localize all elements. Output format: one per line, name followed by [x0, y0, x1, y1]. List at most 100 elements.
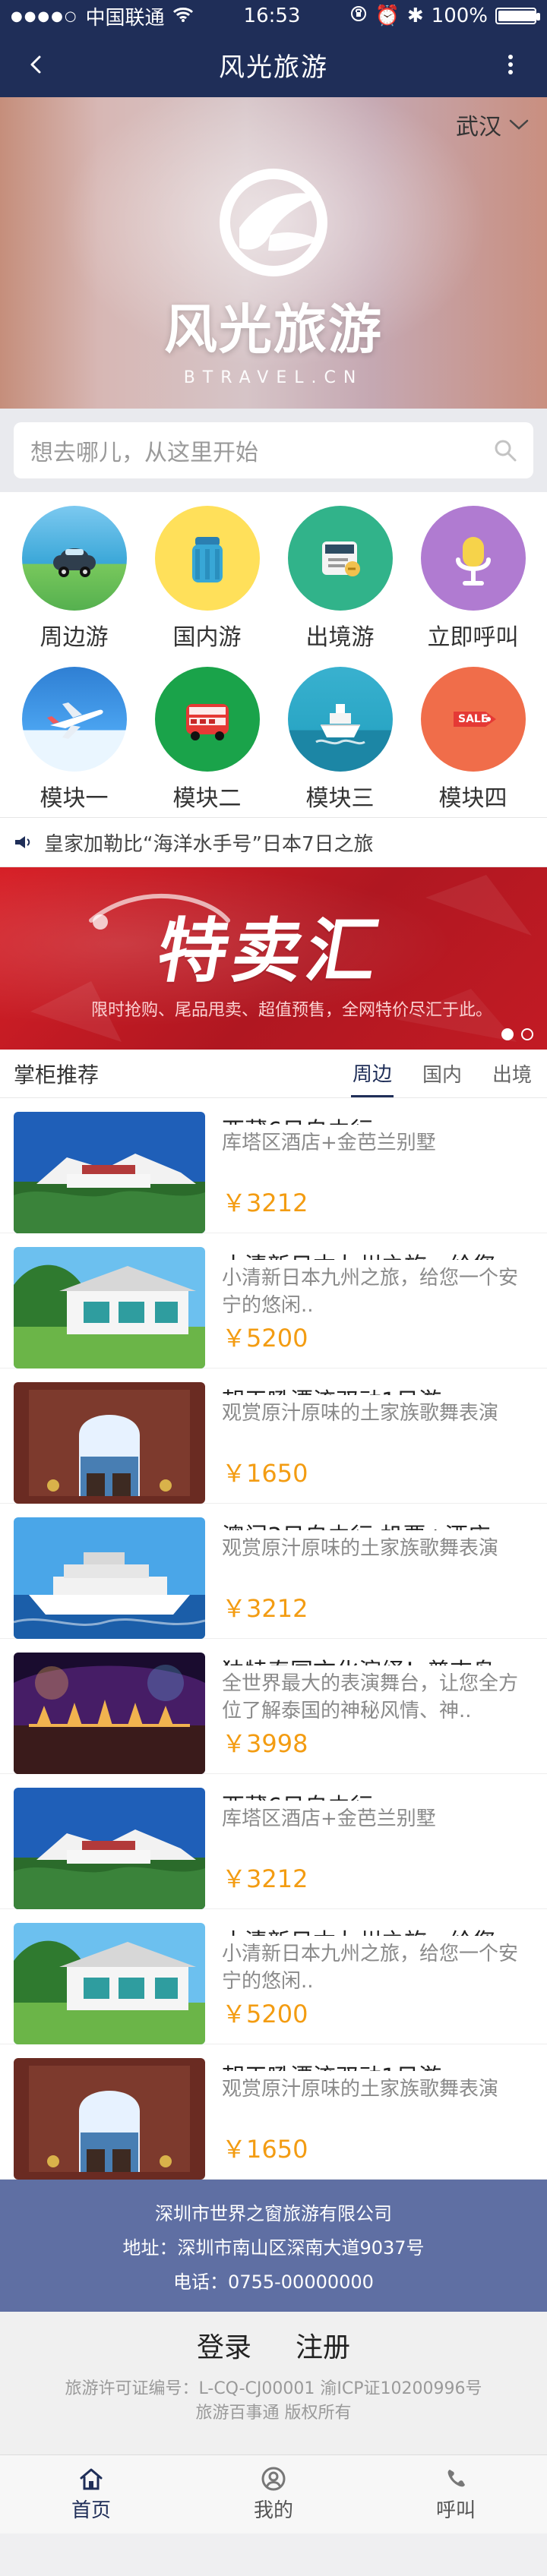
speaker-icon	[15, 836, 30, 848]
thumbnail-window	[14, 1382, 205, 1504]
signal-dots-icon: ●●●●○	[11, 8, 78, 24]
recommend-title: 掌柜推荐	[14, 1062, 100, 1088]
category-item-4[interactable]: 模块一	[8, 667, 141, 813]
company-info: 深圳市世界之窗旅游有限公司 地址：深圳市南山区深南大道9037号 电话：0755…	[0, 2180, 547, 2312]
category-label: 国内游	[172, 624, 242, 651]
category-item-2[interactable]: 出境游	[274, 506, 406, 652]
more-button[interactable]	[488, 42, 533, 87]
category-label: 立即呼叫	[427, 624, 519, 651]
category-label: 模块四	[438, 785, 507, 812]
status-left: ●●●●○ 中国联通	[11, 2, 194, 30]
thumbnail-stage	[14, 1653, 205, 1774]
category-item-5[interactable]: 模块二	[141, 667, 274, 813]
category-item-0[interactable]: 周边游	[8, 506, 141, 652]
category-item-1[interactable]: 国内游	[141, 506, 274, 652]
search-input[interactable]: 想去哪儿，从这里开始	[14, 422, 533, 478]
nav-bar: 风光旅游	[0, 32, 547, 97]
item-desc: 库塔区酒店+金芭兰别墅	[222, 1807, 436, 1830]
bus-icon	[154, 667, 260, 772]
recommend-list: 西藏6日自由行 库塔区酒店+金芭兰别墅 ￥3212 小清新日本九州之旅，给您..…	[0, 1098, 547, 2180]
item-price: ￥1650	[222, 2135, 308, 2164]
promo-banner[interactable]: 特卖汇 限时抢购、尾品甩卖、超值预售，全网特价尽汇于此。	[0, 867, 547, 1050]
item-title: 小清新日本九州之旅，给您...	[222, 1923, 533, 1936]
list-item[interactable]: 澳门3日自由行·机票+酒店... 观赏原汁原味的土家族歌舞表演 ￥3212	[0, 1504, 547, 1639]
item-title: 朝天吼漂流双动1日游	[222, 2058, 533, 2071]
item-body: 小清新日本九州之旅，给您... 小清新日本九州之旅，给您一个安宁的悠闲.. ￥5…	[222, 1247, 533, 1354]
item-body: 小清新日本九州之旅，给您... 小清新日本九州之旅，给您一个安宁的悠闲.. ￥5…	[222, 1923, 533, 2030]
suitcase-icon	[154, 506, 260, 611]
tab-overseas[interactable]: 出境	[491, 1050, 533, 1097]
license-line-2: 旅游百事通 版权所有	[195, 2404, 352, 2423]
auth-section: 登录 注册 旅游许可证编号：L-CQ-CJ00001 渝ICP证10200996…	[0, 2312, 547, 2454]
list-item[interactable]: 独特泰国文化演绎！普吉岛... 全世界最大的表演舞台，让您全方位了解泰国的神秘风…	[0, 1639, 547, 1774]
brand-mark-icon	[220, 169, 327, 276]
thumbnail-house	[14, 1923, 205, 2044]
city-selector[interactable]: 武汉	[456, 108, 529, 141]
list-item[interactable]: 小清新日本九州之旅，给您... 小清新日本九州之旅，给您一个安宁的悠闲.. ￥5…	[0, 1909, 547, 2044]
item-desc: 观赏原汁原味的土家族歌舞表演	[222, 1402, 499, 1425]
tab-profile-label: 我的	[253, 2499, 293, 2522]
brand-domain: BTRAVEL.CN	[183, 368, 364, 387]
category-item-3[interactable]: 立即呼叫	[406, 506, 539, 652]
item-desc: 观赏原汁原味的土家族歌舞表演	[222, 1537, 499, 1560]
item-body: 独特泰国文化演绎！普吉岛... 全世界最大的表演舞台，让您全方位了解泰国的神秘风…	[222, 1653, 533, 1760]
thumbnail-potala	[14, 1788, 205, 1909]
tab-call[interactable]: 呼叫	[365, 2455, 547, 2533]
category-label: 模块一	[40, 785, 109, 812]
company-address: 地址：深圳市南山区深南大道9037号	[122, 2237, 425, 2259]
item-desc: 全世界最大的表演舞台，让您全方位了解泰国的神秘风情、神..	[222, 1672, 519, 1722]
tab-home[interactable]: 首页	[0, 2455, 182, 2533]
user-icon	[261, 2467, 286, 2491]
status-bar: ●●●●○ 中国联通 16:53 ⏰ ✱ 100%	[0, 0, 547, 32]
item-price: ￥5200	[222, 1324, 308, 1353]
notice-bar[interactable]: 皇家加勒比“海洋水手号”日本7日之旅	[0, 817, 547, 867]
item-body: 澳门3日自由行·机票+酒店... 观赏原汁原味的土家族歌舞表演 ￥3212	[222, 1517, 533, 1624]
item-title: 朝天吼漂流双动1日游	[222, 1382, 533, 1395]
company-phone[interactable]: 电话：0755-00000000	[0, 2267, 547, 2293]
category-label: 周边游	[40, 624, 109, 651]
category-grid-inner: 周边游 国内游 出境游 立即呼叫 模块一 模块二 模块三 SALE 模块四	[8, 506, 539, 813]
list-item[interactable]: 朝天吼漂流双动1日游 观赏原汁原味的土家族歌舞表演 ￥1650	[0, 1368, 547, 1504]
passport-icon	[287, 506, 393, 611]
banner-dot-active[interactable]	[501, 1028, 514, 1040]
car-icon	[21, 506, 127, 611]
list-item[interactable]: 西藏6日自由行 库塔区酒店+金芭兰别墅 ￥3212	[0, 1098, 547, 1233]
tab-home-label: 首页	[71, 2499, 111, 2522]
item-desc: 小清新日本九州之旅，给您一个安宁的悠闲..	[222, 1943, 519, 1993]
tab-call-label: 呼叫	[435, 2499, 476, 2522]
phone-icon	[447, 2470, 465, 2487]
register-link[interactable]: 注册	[296, 2325, 350, 2365]
tab-domestic[interactable]: 国内	[421, 1050, 463, 1097]
category-grid: 周边游 国内游 出境游 立即呼叫 模块一 模块二 模块三 SALE 模块四	[0, 492, 547, 817]
carrier-label: 中国联通	[85, 6, 165, 30]
item-desc: 小清新日本九州之旅，给您一个安宁的悠闲..	[222, 1267, 519, 1317]
category-item-6[interactable]: 模块三	[274, 667, 406, 813]
search-placeholder: 想去哪儿，从这里开始	[30, 440, 258, 466]
banner-dot[interactable]	[521, 1028, 533, 1040]
list-item[interactable]: 朝天吼漂流双动1日游 观赏原汁原味的土家族歌舞表演 ￥1650	[0, 2044, 547, 2180]
category-item-7[interactable]: SALE 模块四	[406, 667, 539, 813]
back-button[interactable]	[14, 42, 59, 87]
item-body: 朝天吼漂流双动1日游 观赏原汁原味的土家族歌舞表演 ￥1650	[222, 2058, 533, 2165]
item-title: 西藏6日自由行	[222, 1112, 533, 1125]
thumbnail-window	[14, 2058, 205, 2180]
banner-subtitle: 限时抢购、尾品甩卖、超值预售，全网特价尽汇于此。	[91, 1001, 493, 1020]
list-item[interactable]: 小清新日本九州之旅，给您... 小清新日本九州之旅，给您一个安宁的悠闲.. ￥5…	[0, 1233, 547, 1368]
banner-pagination[interactable]	[501, 1028, 533, 1040]
thumbnail-cruise	[14, 1517, 205, 1639]
battery-icon	[495, 8, 540, 24]
bluetooth-icon: ✱	[406, 5, 424, 27]
tab-nearby[interactable]: 周边	[350, 1050, 394, 1097]
item-title: 独特泰国文化演绎！普吉岛...	[222, 1653, 533, 1665]
recommend-tabs: 周边 国内 出境	[350, 1050, 533, 1097]
sale-tag-icon: SALE	[420, 667, 526, 772]
login-link[interactable]: 登录	[197, 2325, 251, 2365]
search-icon[interactable]	[494, 439, 517, 462]
list-item[interactable]: 西藏6日自由行 库塔区酒店+金芭兰别墅 ￥3212	[0, 1774, 547, 1909]
item-price: ￥1650	[222, 1459, 308, 1488]
item-title: 澳门3日自由行·机票+酒店...	[222, 1517, 533, 1530]
notice-text: 皇家加勒比“海洋水手号”日本7日之旅	[44, 832, 374, 856]
tab-profile[interactable]: 我的	[182, 2455, 365, 2533]
microphone-icon	[420, 506, 526, 611]
home-icon	[80, 2468, 103, 2490]
